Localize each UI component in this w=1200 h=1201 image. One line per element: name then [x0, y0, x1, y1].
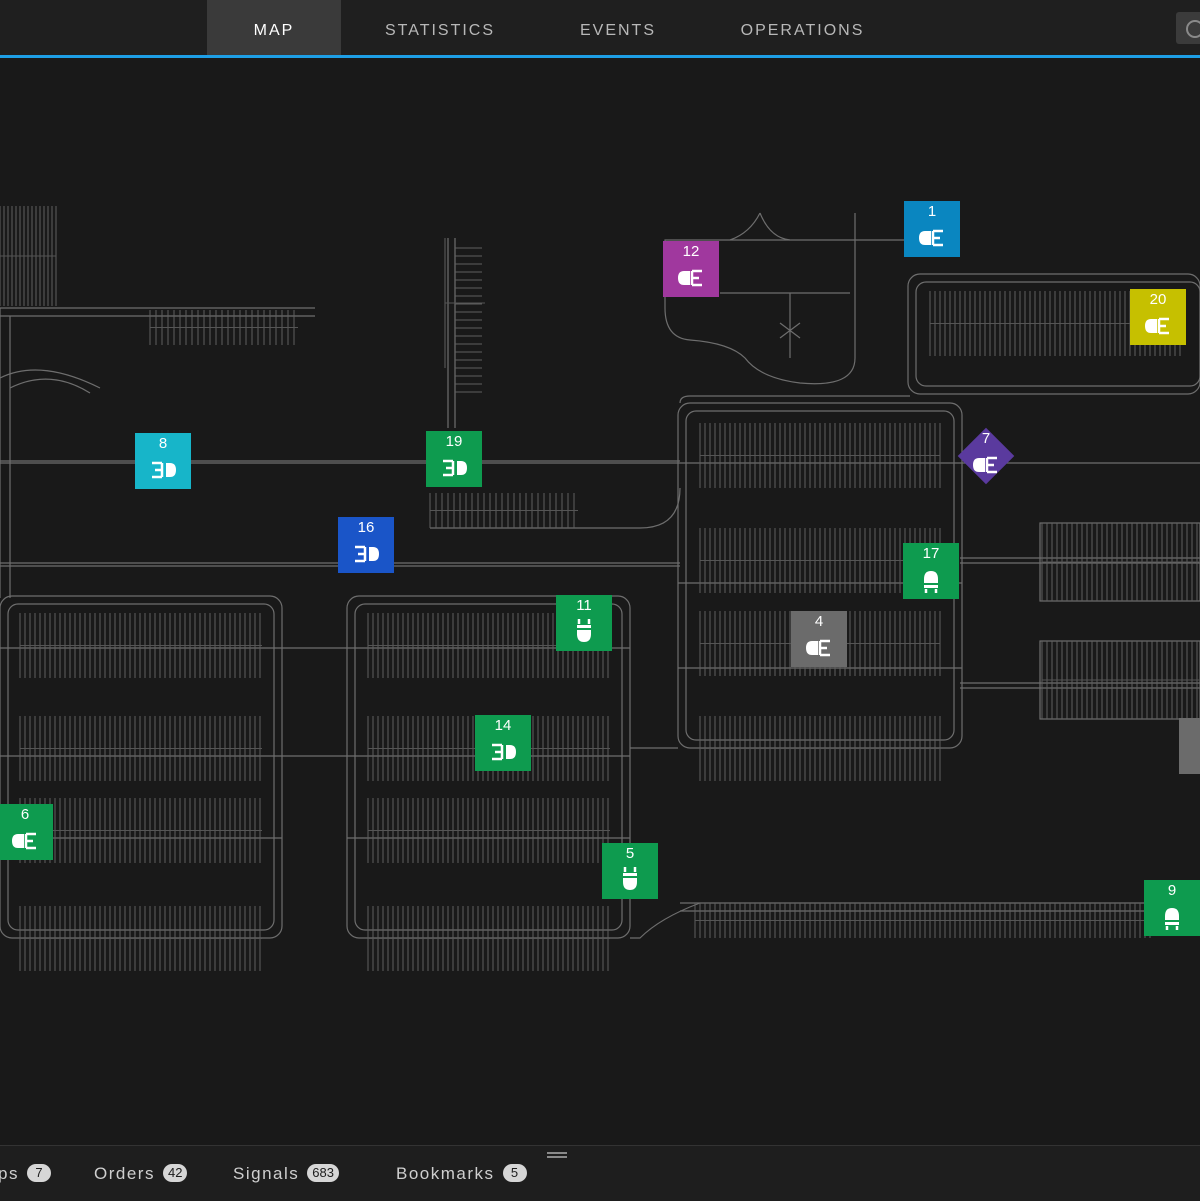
globe-button[interactable] [1176, 12, 1200, 44]
vehicle-11[interactable]: 11 [556, 595, 612, 651]
count-badge: 683 [307, 1164, 339, 1182]
bottom-tab-label: Signals [233, 1164, 300, 1183]
tab-statistics[interactable]: STATISTICS [360, 0, 520, 55]
agv-up-icon [1165, 908, 1179, 930]
vehicle-8[interactable]: 8 [135, 433, 191, 489]
agv-reverse-icon [355, 545, 379, 563]
bottom-tab-orders[interactable]: Orders 42 [94, 1164, 188, 1184]
agv-up-icon [924, 571, 938, 593]
tab-map[interactable]: MAP [207, 0, 341, 55]
count-badge: 42 [162, 1164, 188, 1182]
count-badge: 5 [502, 1164, 527, 1182]
vehicle-14[interactable]: 14 [475, 715, 531, 771]
agv-down-icon [577, 619, 591, 642]
vehicle-5[interactable]: 5 [602, 843, 658, 899]
bottom-tab-bar: ps 7 Orders 42 Signals 683 Bookmarks 5 [0, 1145, 1200, 1201]
vehicle-number: 11 [576, 597, 592, 614]
vehicle-number: 5 [625, 845, 635, 862]
vehicle-number: 19 [445, 433, 463, 450]
vehicle-number: 12 [682, 243, 700, 260]
top-tab-bar: MAP STATISTICS EVENTS OPERATIONS [0, 0, 1200, 55]
vehicle-1[interactable]: 1 [904, 201, 960, 257]
agv-forward-icon [1145, 317, 1169, 335]
vehicle-number: 1 [927, 203, 937, 220]
globe-icon [1186, 20, 1200, 38]
bottom-tab-label: ps [0, 1164, 19, 1183]
vehicle-number: 6 [20, 806, 30, 823]
agv-reverse-icon [443, 459, 467, 477]
vehicle-19[interactable]: 19 [426, 431, 482, 487]
tab-events[interactable]: EVENTS [555, 0, 681, 55]
vehicle-17[interactable]: 17 [903, 543, 959, 599]
vehicle-12[interactable]: 12 [663, 241, 719, 297]
agv-forward-icon [806, 639, 830, 657]
agv-reverse-icon [492, 743, 516, 761]
agv-forward-icon [678, 269, 702, 287]
bottom-tab-label: Orders [94, 1164, 155, 1183]
vehicle-number: 9 [1167, 882, 1177, 899]
vehicle-number: 14 [494, 717, 512, 734]
resize-handle[interactable] [547, 1152, 567, 1158]
vehicle-partial[interactable] [1179, 718, 1200, 774]
vehicle-9[interactable]: 9 [1144, 880, 1200, 936]
vehicle-number: 7 [981, 430, 991, 447]
warehouse-map[interactable]: 1 12 20 8 19 7 16 17 11 4 14 6 5 9 [0, 58, 1200, 1145]
agv-forward-icon [12, 832, 36, 850]
vehicle-number: 16 [357, 519, 375, 536]
bottom-tab-bookmarks[interactable]: Bookmarks 5 [396, 1164, 527, 1184]
vehicle-6[interactable]: 6 [0, 804, 53, 860]
agv-forward-icon [919, 229, 943, 247]
vehicle-4[interactable]: 4 [791, 611, 847, 667]
bottom-tab-signals[interactable]: Signals 683 [233, 1164, 339, 1184]
vehicle-7[interactable]: 7 [957, 427, 1015, 485]
vehicle-16[interactable]: 16 [338, 517, 394, 573]
bottom-tab-label: Bookmarks [396, 1164, 495, 1183]
bottom-tab-maps[interactable]: ps 7 [0, 1164, 51, 1184]
vehicle-20[interactable]: 20 [1130, 289, 1186, 345]
agv-down-icon [623, 867, 637, 890]
vehicle-number: 4 [814, 613, 824, 630]
tab-operations[interactable]: OPERATIONS [720, 0, 885, 55]
vehicle-number: 17 [922, 545, 940, 562]
agv-reverse-icon [152, 461, 176, 479]
agv-forward-icon [973, 456, 997, 474]
count-badge: 7 [26, 1164, 51, 1182]
vehicle-number: 20 [1149, 291, 1167, 308]
vehicle-number: 8 [158, 435, 168, 452]
